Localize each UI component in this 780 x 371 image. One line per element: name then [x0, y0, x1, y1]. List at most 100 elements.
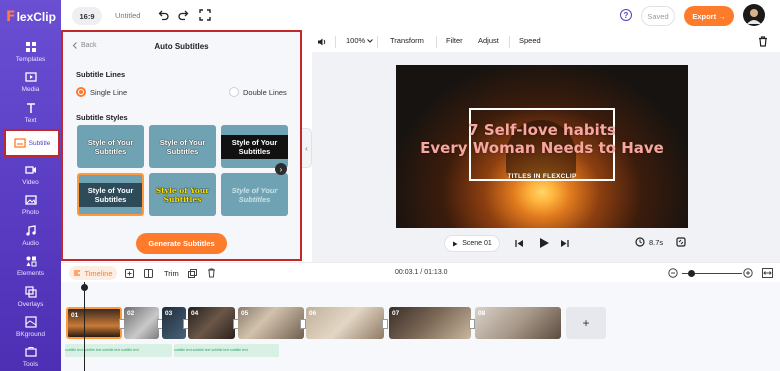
sidebar-item-overlays[interactable]: Overlays — [0, 286, 61, 314]
subtitle-styles-heading: Subtitle Styles — [76, 113, 128, 122]
subtitle-style-dark-box[interactable]: Style of Your Subtitles — [77, 173, 144, 216]
timeline-clip[interactable]: 05 — [238, 307, 304, 339]
video-preview[interactable]: 7 Self-love habits Every Woman Needs to … — [396, 65, 688, 228]
timeline-clip[interactable]: 04 — [188, 307, 235, 339]
audio-icon — [25, 225, 36, 236]
saved-button[interactable]: Saved — [641, 6, 675, 26]
volume-icon[interactable] — [317, 37, 327, 47]
add-scene-icon[interactable] — [125, 269, 134, 278]
toolbar-divider — [377, 36, 378, 48]
sidebar-item-audio[interactable]: Audio — [0, 225, 61, 253]
scene-duration[interactable]: 8.7s — [635, 237, 663, 247]
fit-screen-icon[interactable] — [199, 9, 211, 21]
fit-timeline-icon[interactable] — [762, 268, 773, 278]
top-bar: 16:9 Untitled ? Saved Export → — [61, 0, 780, 32]
subtitle-lines-heading: Subtitle Lines — [76, 70, 126, 79]
trim-button[interactable]: Trim — [164, 269, 179, 278]
timeline-toggle[interactable]: Timeline — [69, 266, 117, 280]
auto-subtitles-panel: Back Auto Subtitles Subtitle Lines Singl… — [61, 30, 302, 261]
zoom-select[interactable]: 100% — [346, 36, 374, 45]
trash-icon[interactable] — [758, 36, 768, 47]
timeline-clip[interactable]: 06 — [306, 307, 384, 339]
sidebar-item-video[interactable]: Video — [0, 164, 61, 192]
scene-selector[interactable]: Scene 01 — [444, 235, 500, 252]
aspect-ratio-button[interactable]: 16:9 — [72, 7, 102, 25]
sidebar-item-media[interactable]: Media — [0, 71, 61, 99]
sidebar-item-text[interactable]: Text — [0, 102, 61, 130]
subtitle-style-yellow[interactable]: Style of Your Subtitles — [149, 173, 216, 216]
add-clip-button[interactable]: + — [566, 307, 606, 339]
subtitle-style-outline[interactable]: Style of Your Subtitles — [77, 125, 144, 168]
style-sample-text: Style of Your Subtitles — [155, 185, 210, 204]
overlays-icon — [24, 286, 37, 298]
subtitle-style-ghost[interactable]: Style of Your Subtitles — [221, 173, 288, 216]
timeline-clip[interactable]: 02 — [124, 307, 159, 339]
subtitle-track-segment[interactable]: subtitle text subtitle text subtitle tex… — [174, 344, 279, 357]
next-scene-icon[interactable] — [560, 239, 569, 248]
video-title-line2[interactable]: Every Woman Needs to Have — [396, 140, 688, 157]
sidebar-item-label: Media — [21, 86, 40, 93]
timeline-tracks: 01 02 03 04 05 06 07 08 + subtitle text — [61, 282, 780, 371]
transition-marker[interactable] — [382, 319, 388, 329]
undo-icon[interactable] — [158, 9, 170, 21]
playhead[interactable] — [84, 282, 85, 371]
sidebar-item-label: Photo — [22, 209, 39, 216]
double-lines-radio[interactable]: Double Lines — [229, 87, 287, 97]
timeline-clip[interactable]: 08 — [475, 307, 561, 339]
timeline-clip[interactable]: 01 — [66, 307, 122, 339]
subtitle-track-segment[interactable]: subtitle text subtitle text subtitle tex… — [65, 344, 172, 357]
sidebar-item-label: Subtitle — [28, 139, 51, 147]
split-icon[interactable] — [144, 269, 153, 278]
panel-title: Auto Subtitles — [154, 42, 209, 51]
sidebar-item-subtitle[interactable]: Subtitle — [4, 129, 60, 157]
filter-button[interactable]: Filter — [446, 36, 463, 45]
previous-scene-icon[interactable] — [515, 239, 524, 248]
sidebar-item-background[interactable]: BKground — [0, 316, 61, 344]
timeline-label: Timeline — [84, 268, 113, 278]
zoom-in-icon[interactable] — [743, 268, 753, 278]
video-icon — [24, 166, 36, 174]
avatar[interactable] — [743, 4, 765, 26]
photo-icon — [24, 195, 37, 205]
chevron-right-icon[interactable]: › — [275, 163, 287, 175]
zoom-out-icon[interactable] — [668, 268, 678, 278]
elements-icon — [26, 256, 36, 267]
export-button[interactable]: Export → — [684, 6, 734, 26]
help-icon[interactable]: ? — [620, 9, 632, 21]
fullscreen-icon[interactable] — [676, 237, 686, 247]
play-icon[interactable] — [538, 237, 550, 249]
delete-icon[interactable] — [207, 268, 216, 278]
redo-icon[interactable] — [177, 9, 189, 21]
double-lines-label: Double Lines — [243, 87, 287, 97]
timeline-clip[interactable]: 07 — [389, 307, 471, 339]
sidebar-item-elements[interactable]: Elements — [0, 255, 61, 283]
video-title-line1[interactable]: 7 Self-love habits — [396, 122, 688, 139]
sidebar-item-label: Elements — [16, 270, 45, 277]
flexclip-logo[interactable]: F lexClip — [6, 8, 60, 26]
style-sample-text: Style of Your Subtitles — [79, 182, 142, 207]
generate-subtitles-button[interactable]: Generate Subtitles — [136, 233, 227, 254]
clip-number: 02 — [127, 310, 135, 317]
transform-button[interactable]: Transform — [390, 36, 424, 45]
sidebar-item-tools[interactable]: Tools — [0, 346, 61, 371]
video-caption[interactable]: TITLES IN FLEXCLIP — [396, 173, 688, 180]
sidebar-item-templates[interactable]: Templates — [0, 41, 61, 69]
subtitle-icon — [14, 138, 26, 148]
timeline-zoom-handle[interactable] — [688, 270, 695, 277]
sidebar-item-label: Overlays — [17, 301, 44, 308]
adjust-button[interactable]: Adjust — [478, 36, 499, 45]
speed-button[interactable]: Speed — [519, 36, 541, 45]
sidebar-item-photo[interactable]: Photo — [0, 194, 61, 222]
duration-value: 8.7s — [649, 237, 664, 247]
duplicate-icon[interactable] — [188, 269, 197, 278]
collapse-panel-handle[interactable]: ‹ — [302, 128, 312, 168]
subtitle-style-black-box[interactable]: Style of Your Subtitles — [221, 125, 288, 168]
editor-toolbar: 100% Transform Filter Adjust Speed — [312, 32, 780, 52]
radio-dot — [76, 87, 86, 97]
subtitle-style-plain[interactable]: Style of Your Subtitles — [149, 125, 216, 168]
project-name[interactable]: Untitled — [115, 11, 140, 20]
sidebar-item-label: Templates — [15, 56, 46, 63]
single-line-radio[interactable]: Single Line — [76, 87, 127, 97]
playhead-handle[interactable] — [81, 284, 88, 291]
clip-number: 07 — [392, 310, 400, 317]
